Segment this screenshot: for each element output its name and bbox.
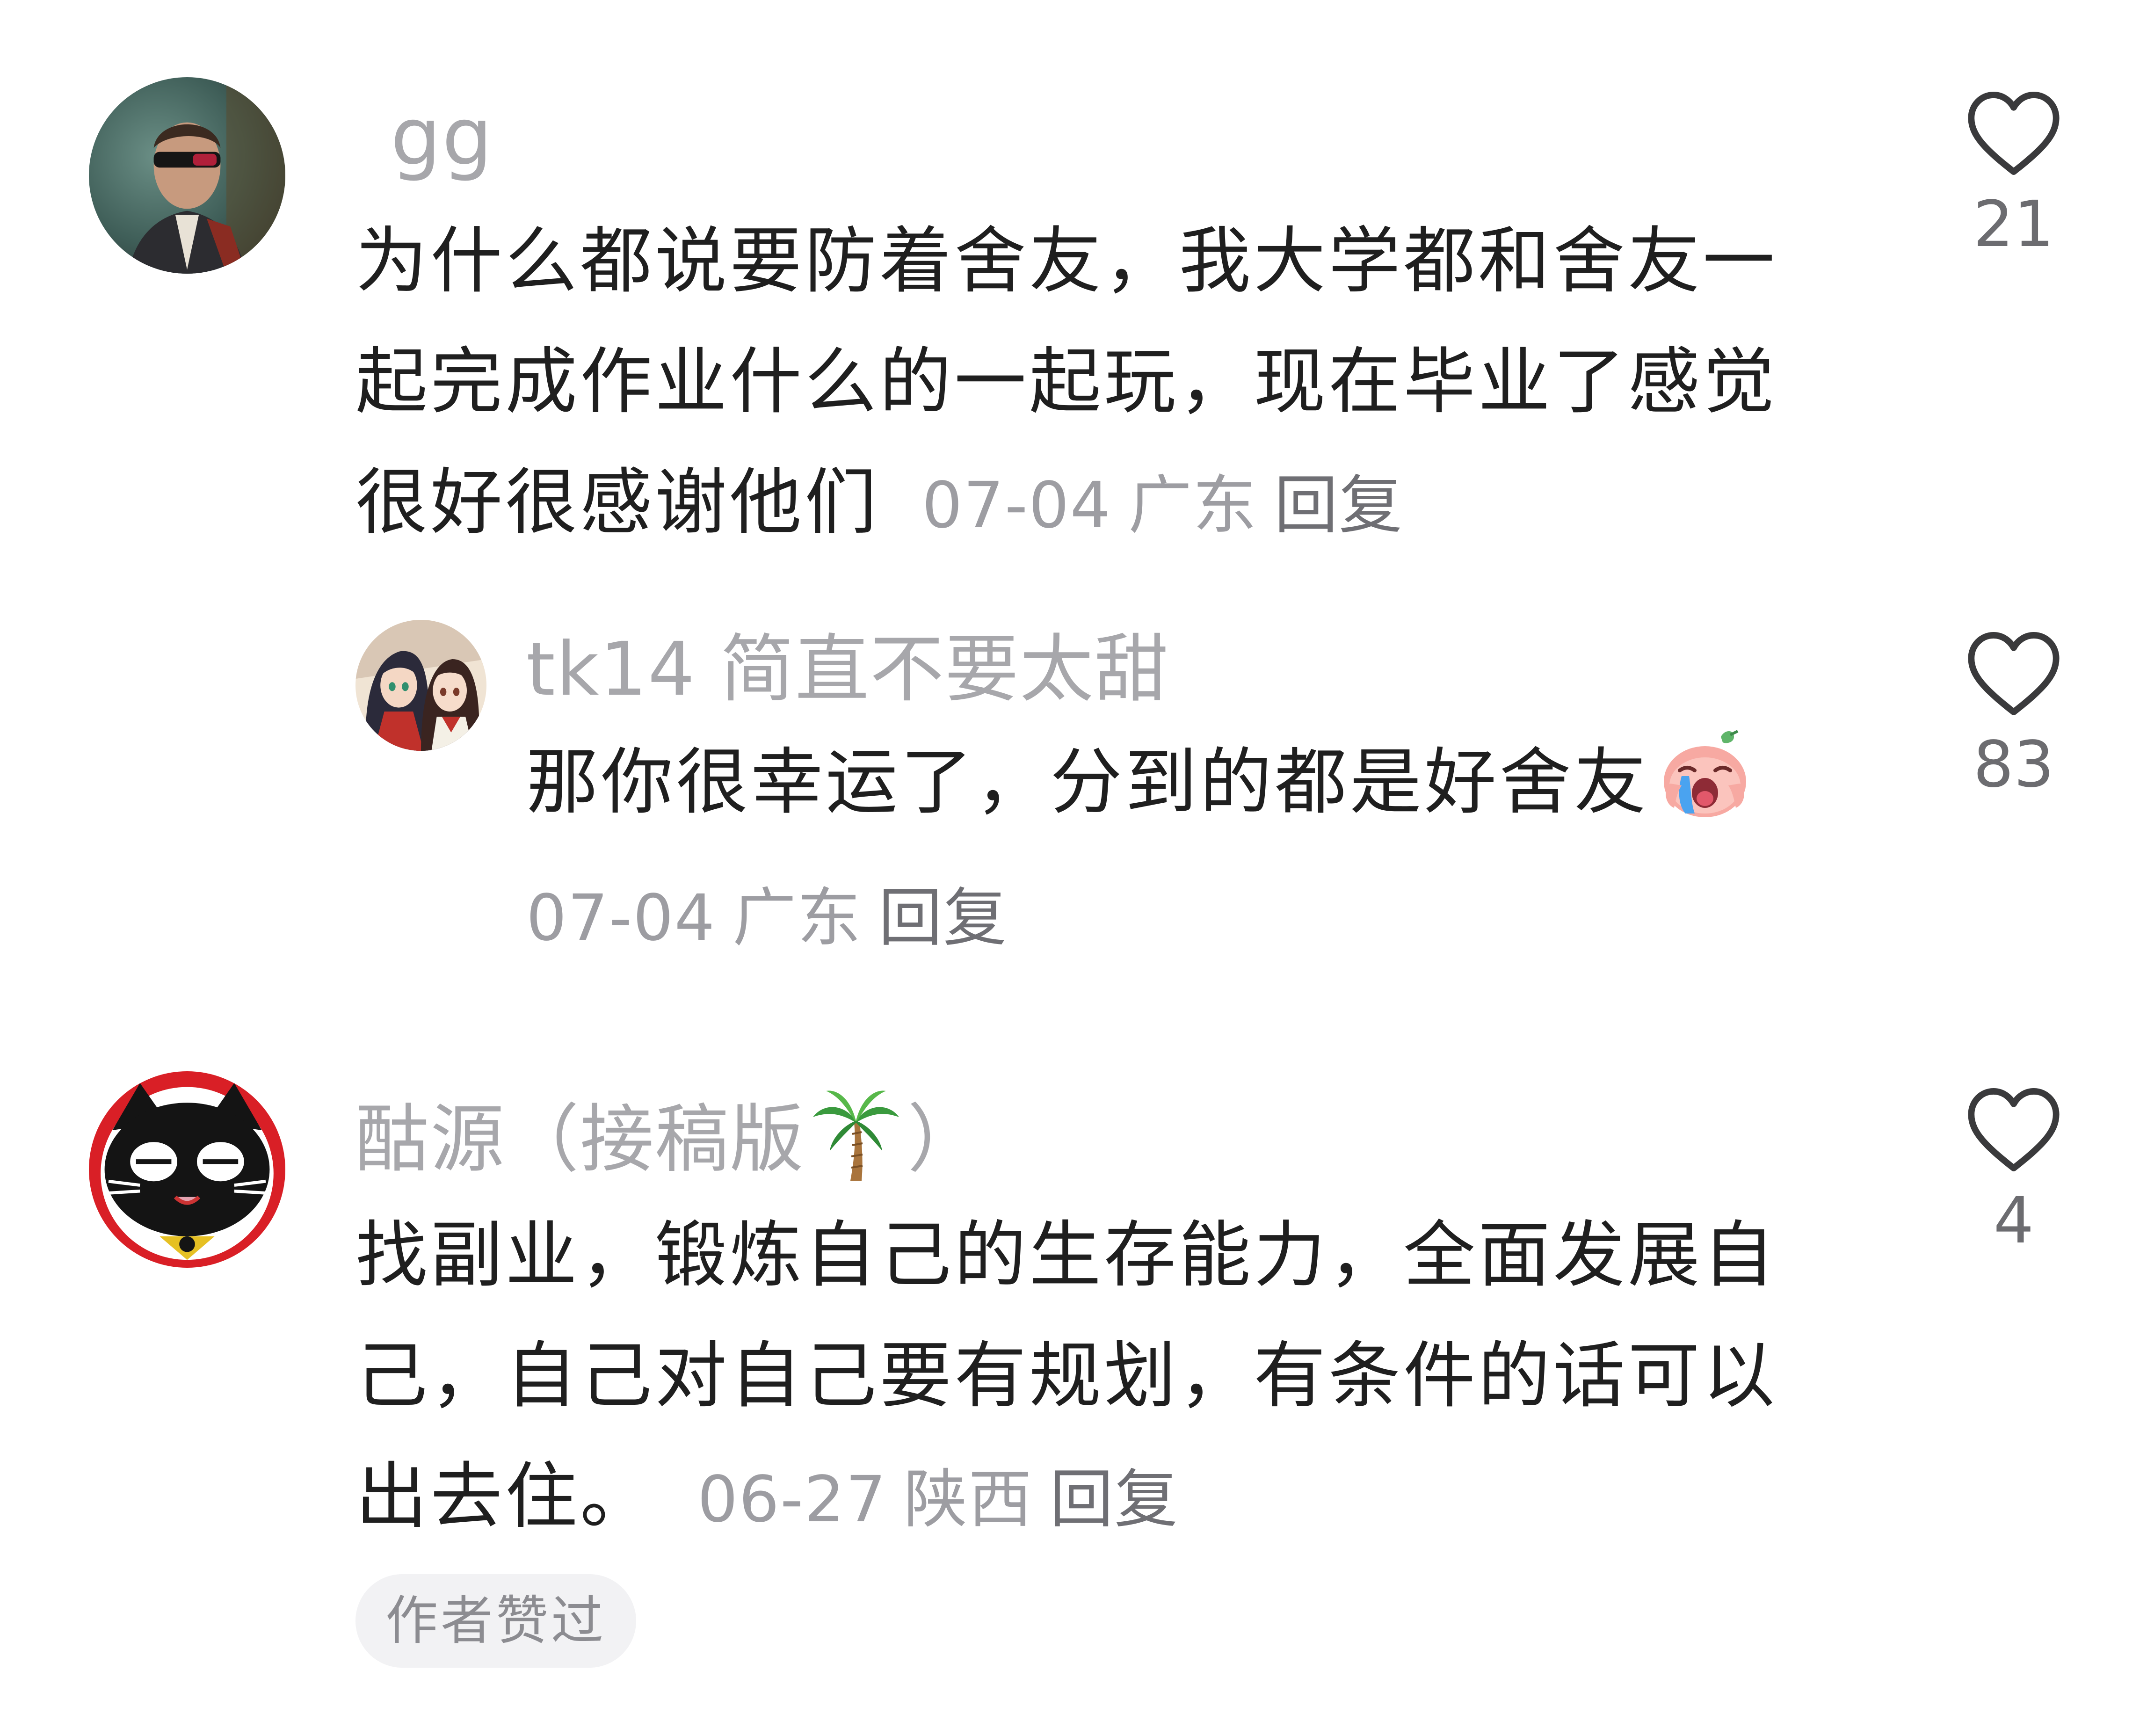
reply-button[interactable]: 回复 (1274, 469, 1403, 543)
author-liked-badge: 作者赞过 (355, 1574, 636, 1668)
username[interactable]: gg (391, 94, 493, 181)
like-button[interactable]: 83 (1944, 629, 2084, 800)
user-avatar[interactable] (89, 1071, 285, 1268)
comment-meta: 07-04 广东 回复 (905, 469, 1403, 543)
username-text: 酤源（接稿版 (355, 1097, 805, 1183)
comment-content: 那你很幸运了，分到的都是好舍友 (526, 741, 1649, 824)
cartoon-cat-icon (89, 1071, 285, 1268)
crying-face-emoji (1654, 727, 1756, 843)
like-button[interactable]: 21 (1944, 89, 2084, 260)
heart-icon (1968, 632, 2060, 715)
comment-date: 07-04 (526, 881, 716, 955)
comment-location: 陕西 (904, 1463, 1033, 1537)
username[interactable]: 酤源（接稿版 ） (355, 1085, 982, 1199)
user-avatar[interactable] (89, 77, 285, 274)
username-text: ） (907, 1097, 982, 1183)
anime-girls-avatar-icon (355, 620, 486, 751)
heart-icon (1968, 1088, 2060, 1171)
heart-icon (1968, 92, 2060, 175)
comment-date: 07-04 (921, 469, 1112, 543)
comment-meta: 06-27 陕西 回复 (681, 1463, 1179, 1537)
comment-location: 广东 (1128, 469, 1258, 543)
like-count: 21 (1973, 188, 2054, 261)
comment-text: 为什么都说要防着舍友，我大学都和舍友一起完成作业什么的一起玩，现在毕业了感觉很好… (355, 201, 1820, 566)
comment-meta: 07-04 广东 回复 (526, 872, 1836, 965)
like-button[interactable]: 4 (1944, 1085, 2084, 1257)
like-count: 83 (1973, 728, 2054, 802)
reply-button[interactable]: 回复 (878, 881, 1008, 955)
comment-location: 广东 (733, 881, 862, 955)
like-count: 4 (1993, 1184, 2034, 1258)
palm-tree-emoji (809, 1085, 903, 1199)
username[interactable]: tk14 简直不要太甜 (526, 629, 1169, 711)
profile-photo-icon (89, 77, 285, 274)
reply-button[interactable]: 回复 (1050, 1463, 1179, 1537)
comment-text: 找副业，锻炼自己的生存能力，全面发展自己，自己对自己要有规划，有条件的话可以出去… (355, 1195, 1820, 1560)
comment-date: 06-27 (697, 1463, 887, 1537)
comment-text: 那你很幸运了，分到的都是好舍友 07-04 广东 回复 (526, 727, 1836, 965)
user-avatar[interactable] (355, 620, 486, 751)
